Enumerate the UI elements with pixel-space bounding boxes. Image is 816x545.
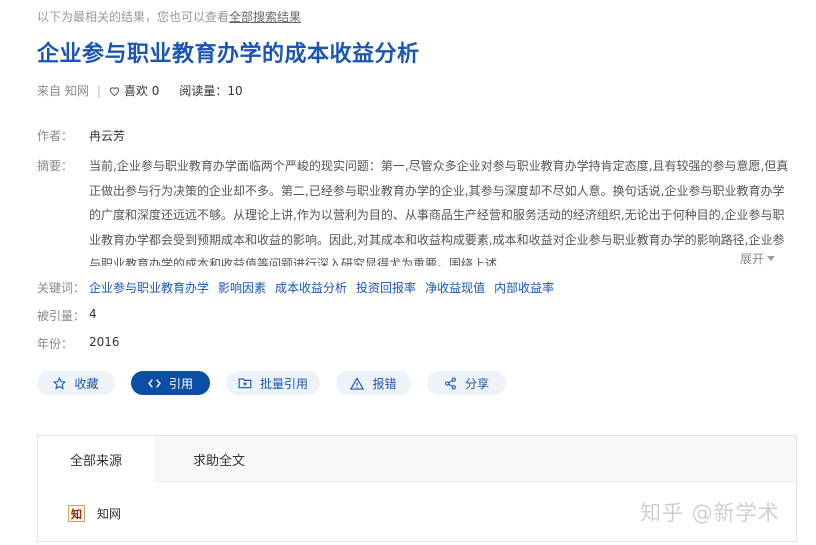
year-label: 年份： (37, 337, 74, 351)
keywords-row: 关键词： 企业参与职业教育办学 影响因素 成本收益分析 投资回报率 净收益现值 … (37, 279, 563, 296)
sources-tabbar: 全部来源 求助全文 (38, 436, 796, 482)
author-link[interactable]: 冉云芳 (89, 127, 125, 144)
cnki-logo-icon: 知 (68, 505, 85, 522)
collect-button[interactable]: 收藏 (37, 371, 115, 395)
cited-row: 被引量： 4 (37, 307, 97, 324)
watermark: 知乎 @新学术 (640, 501, 780, 525)
warning-icon (350, 376, 365, 390)
read-count-value: 10 (227, 84, 243, 98)
batch-cite-button[interactable]: 批量引用 (226, 371, 320, 395)
keyword-link[interactable]: 净收益现值 (425, 279, 485, 296)
abstract-text: 当前,企业参与职业教育办学面临两个严峻的现实问题：第一,尽管众多企业对参与职业教… (89, 159, 789, 266)
author-row: 作者： 冉云芳 (37, 127, 125, 144)
collect-label: 收藏 (74, 376, 99, 391)
search-hint: 以下为最相关的结果，您也可以查看全部搜索结果 (37, 8, 301, 25)
source-text: 来自 知网 (37, 84, 89, 98)
cited-label: 被引量： (37, 309, 86, 323)
meta-divider: | (96, 83, 101, 98)
keywords-label: 关键词： (37, 281, 86, 295)
like-count: 喜欢 0 (123, 84, 160, 98)
batch-cite-label: 批量引用 (259, 376, 308, 391)
star-icon (53, 376, 67, 390)
action-bar: 收藏 引用 批量引用 报错 分享 (37, 371, 522, 395)
heart-icon (109, 86, 120, 96)
abstract-row: 摘要： (37, 157, 89, 174)
page-title: 企业参与职业教育办学的成本收益分析 (37, 42, 420, 67)
chevron-down-icon (767, 255, 776, 261)
keyword-link[interactable]: 影响因素 (218, 279, 266, 296)
search-hint-text: 以下为最相关的结果，您也可以查看 (37, 10, 230, 24)
year-value: 2016 (89, 335, 120, 349)
read-count: 阅读量：10 (179, 82, 242, 99)
share-label: 分享 (464, 376, 489, 391)
source-name: 知网 (97, 507, 122, 521)
all-results-link[interactable]: 全部搜索结果 (229, 10, 301, 24)
keyword-link[interactable]: 企业参与职业教育办学 (89, 279, 209, 296)
read-count-label: 阅读量： (179, 84, 228, 98)
expand-label: 展开 (740, 251, 765, 266)
code-icon (148, 378, 161, 388)
tab-all-sources[interactable]: 全部来源 (38, 436, 154, 482)
tab-request-fulltext[interactable]: 求助全文 (154, 436, 284, 482)
report-error-button[interactable]: 报错 (336, 371, 411, 395)
share-icon (445, 377, 456, 389)
cite-label: 引用 (168, 376, 193, 391)
keyword-link[interactable]: 内部收益率 (494, 279, 554, 296)
keyword-link[interactable]: 投资回报率 (356, 279, 416, 296)
report-error-label: 报错 (372, 376, 397, 391)
meta-bar: 来自 知网 | 喜欢 0 阅读量：10 (37, 82, 243, 99)
expand-button[interactable]: 展开 (740, 248, 796, 268)
keyword-link[interactable]: 成本收益分析 (275, 279, 347, 296)
like-button[interactable]: 喜欢 0 (109, 82, 159, 99)
cite-button[interactable]: 引用 (131, 371, 210, 395)
abstract-label: 摘要： (37, 159, 74, 173)
share-button[interactable]: 分享 (427, 371, 506, 395)
source-item-cnki[interactable]: 知 知网 (68, 505, 121, 522)
folder-plus-icon (238, 378, 252, 389)
year-row: 年份： 2016 (37, 335, 120, 352)
cited-count[interactable]: 4 (89, 307, 97, 324)
author-label: 作者： (37, 129, 74, 143)
